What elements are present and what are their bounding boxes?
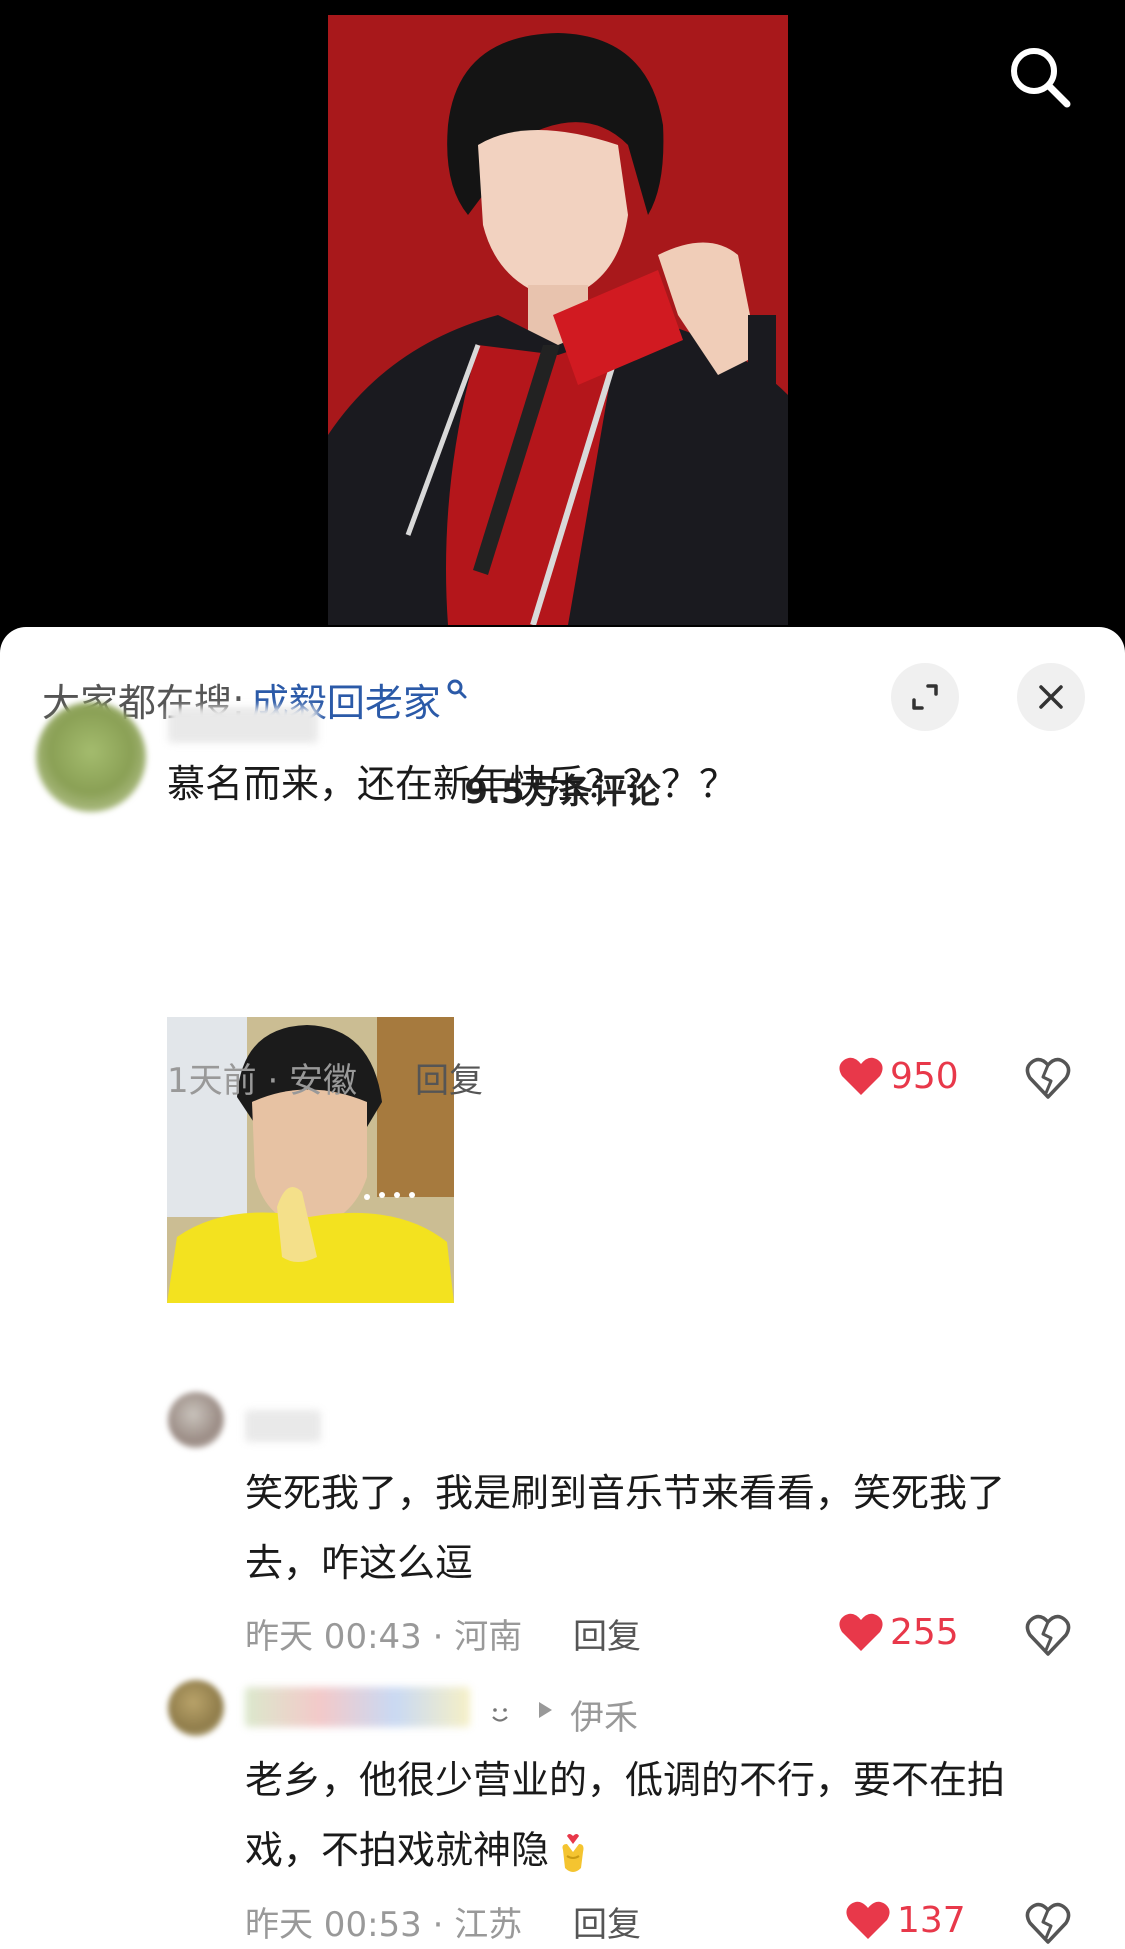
close-button[interactable] bbox=[1017, 663, 1085, 731]
close-icon bbox=[1039, 685, 1063, 709]
reply-button[interactable]: 回复 bbox=[573, 1609, 641, 1658]
comment-text-content: 老乡，他很少营业的，低调的不行，要不在拍戏，不拍戏就神隐 bbox=[245, 1758, 1006, 1872]
small-search-icon bbox=[447, 679, 467, 699]
comment-sheet: 大家都在搜: 成毅回老家 9.5万条评论 慕名而来，还在新年快乐？？？？ 1天前… bbox=[0, 627, 1125, 1949]
avatar[interactable] bbox=[168, 1680, 224, 1736]
heart-icon bbox=[839, 1613, 883, 1651]
comment-meta: 昨天 00:53 · 江苏 bbox=[245, 1905, 523, 1945]
comment-text: 老乡，他很少营业的，低调的不行，要不在拍戏，不拍戏就神隐 bbox=[245, 1745, 1065, 1885]
dislike-icon[interactable] bbox=[1025, 1900, 1071, 1946]
video-area bbox=[0, 0, 1125, 630]
finger-heart-emoji-icon bbox=[562, 1833, 584, 1872]
like-count: 137 bbox=[897, 1899, 966, 1941]
search-button[interactable] bbox=[1005, 42, 1075, 112]
like-count: 255 bbox=[890, 1611, 959, 1653]
comment-text: 笑死我了，我是刷到音乐节来看看，笑死我了去，咋这么逗 bbox=[245, 1471, 1006, 1585]
like-button[interactable]: 137 bbox=[845, 1899, 966, 1941]
username[interactable] bbox=[245, 1410, 321, 1442]
heart-icon bbox=[846, 1901, 890, 1939]
username[interactable] bbox=[245, 1687, 470, 1727]
avatar[interactable] bbox=[168, 1392, 224, 1448]
username[interactable] bbox=[168, 707, 318, 743]
video-photo bbox=[328, 15, 788, 625]
reply-button[interactable]: 回复 bbox=[573, 1897, 641, 1946]
expand-button[interactable] bbox=[891, 663, 959, 731]
comment-meta: 1天前 · 安徽 bbox=[167, 1061, 358, 1101]
reply-arrow-icon bbox=[539, 1702, 552, 1718]
dislike-icon[interactable] bbox=[1025, 1612, 1071, 1658]
like-button[interactable]: 255 bbox=[838, 1611, 959, 1653]
comment-text: 慕名而来，还在新年快乐？？？？ bbox=[167, 762, 738, 806]
video-frame[interactable] bbox=[328, 15, 788, 625]
emoji-icon bbox=[492, 1708, 508, 1722]
search-icon bbox=[1011, 48, 1071, 108]
avatar[interactable] bbox=[36, 702, 146, 812]
like-button[interactable]: 950 bbox=[838, 1055, 959, 1097]
reply-to-name[interactable]: 伊禾 bbox=[570, 1690, 638, 1739]
reply-button[interactable]: 回复 bbox=[415, 1053, 483, 1102]
like-count: 950 bbox=[890, 1055, 959, 1097]
expand-icon bbox=[912, 684, 938, 710]
dislike-icon[interactable] bbox=[1025, 1055, 1071, 1101]
comment-meta: 昨天 00:43 · 河南 bbox=[245, 1617, 523, 1657]
heart-icon bbox=[839, 1057, 883, 1095]
